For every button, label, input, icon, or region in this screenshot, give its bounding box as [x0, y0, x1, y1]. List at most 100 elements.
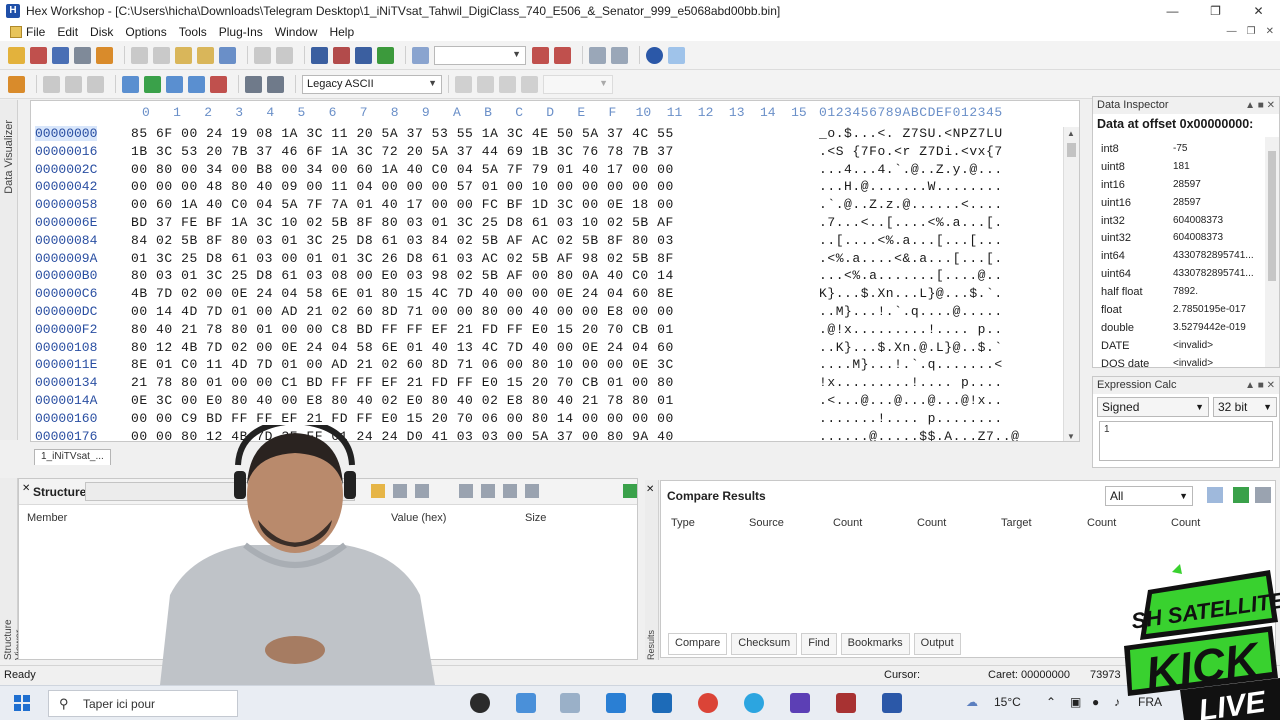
hex-row-ascii[interactable]: ....M}...!.`.q.......< — [819, 357, 1003, 372]
hex-scrollbar[interactable]: ▲ ▼ — [1063, 127, 1079, 441]
first-record-icon[interactable] — [455, 75, 472, 93]
hex-row-ascii[interactable]: K}...$.Xn...L}@...$.`. — [819, 286, 1003, 301]
count-column-header[interactable]: Count — [917, 517, 946, 529]
pin-close-icons[interactable]: ▲ ■ ✕ — [1245, 97, 1275, 114]
menu-disk[interactable]: Disk — [84, 25, 119, 39]
insert-icon[interactable] — [219, 46, 236, 64]
hex-row-bytes[interactable]: 8E 01 C0 11 4D 7D 01 00 AD 21 02 60 8D 7… — [131, 357, 674, 372]
layout-icon[interactable] — [668, 46, 685, 64]
microphone-icon[interactable]: ● — [1092, 695, 1099, 709]
hex-row[interactable]: 00000084 84 02 5B 8F 80 03 01 3C 25 D8 61… — [31, 233, 1079, 251]
statistics-icon[interactable] — [210, 75, 227, 93]
chrome-icon[interactable] — [698, 693, 718, 713]
hex-row-bytes[interactable]: 00 60 1A 40 C0 04 5A 7F 7A 01 40 17 00 0… — [131, 197, 674, 212]
tab-find[interactable]: Find — [801, 633, 837, 655]
bookmark-next-icon[interactable] — [554, 46, 571, 64]
inspector-row[interactable]: half float 7892. — [1093, 284, 1263, 302]
count-column-header[interactable]: Count — [1171, 517, 1200, 529]
hex-row[interactable]: 00000016 1B 3C 53 20 7B 37 46 6F 1A 3C 72… — [31, 144, 1079, 162]
menu-plugins[interactable]: Plug-Ins — [213, 25, 269, 39]
hex-row[interactable]: 0000011E 8E 01 C0 11 4D 7D 01 00 AD 21 02… — [31, 357, 1079, 375]
redo-icon[interactable] — [276, 46, 293, 64]
inspector-row[interactable]: int16 28597 — [1093, 177, 1263, 195]
hex-row-bytes[interactable]: 80 03 01 3C 25 D8 61 03 08 00 E0 03 98 0… — [131, 268, 674, 283]
inspector-row[interactable]: uint64 4330782895741... — [1093, 266, 1263, 284]
hex-row-ascii[interactable]: .......!.... p........ — [819, 411, 1003, 426]
hex-row-bytes[interactable]: 00 80 00 34 00 B8 00 34 00 60 1A 40 C0 0… — [131, 162, 674, 177]
menu-tools[interactable]: Tools — [173, 25, 213, 39]
hex-row-bytes[interactable]: BD 37 FE BF 1A 3C 10 02 5B 8F 80 03 01 3… — [131, 215, 674, 230]
inspector-row[interactable]: uint16 28597 — [1093, 195, 1263, 213]
calculator-app-icon[interactable] — [606, 693, 626, 713]
move-up-icon[interactable] — [503, 484, 517, 498]
tab-compare[interactable]: Compare — [668, 633, 728, 655]
hex-row-ascii[interactable]: .<...@...@...@...@!x.. — [819, 393, 1003, 408]
mdi-minimize-button[interactable]: — — [1227, 22, 1237, 41]
hex-row-bytes[interactable]: 21 78 80 01 00 00 C1 BD FF FF EF 21 FD F… — [131, 375, 674, 390]
taskbar-search[interactable]: ⚲ Taper ici pour — [48, 690, 238, 717]
tab-bookmarks[interactable]: Bookmarks — [840, 633, 910, 655]
member-column-header[interactable]: Member — [27, 512, 67, 524]
hex-row[interactable]: 0000002C 00 80 00 34 00 B8 00 34 00 60 1A… — [31, 162, 1079, 180]
block-paste-icon[interactable] — [87, 75, 104, 93]
report-icon[interactable] — [1207, 487, 1223, 503]
hex-workshop-taskbar-icon[interactable] — [882, 693, 902, 713]
chevron-up-icon[interactable]: ⌃ — [1046, 695, 1056, 709]
refresh-icon[interactable] — [623, 484, 637, 498]
paste-special-icon[interactable] — [197, 46, 214, 64]
hex-row-ascii[interactable]: .7...<..[....<%.a...[. — [819, 215, 1003, 230]
weather-temp[interactable]: 15°C — [994, 695, 1021, 709]
hex-row-bytes[interactable]: 0E 3C 00 E0 80 40 00 E8 80 40 02 E0 80 4… — [131, 393, 674, 408]
inspector-row[interactable]: DATE <invalid> — [1093, 338, 1263, 356]
inspector-row[interactable]: double 3.5279442e-019 — [1093, 320, 1263, 338]
replace-icon[interactable] — [355, 46, 372, 64]
compare-icon[interactable] — [589, 46, 606, 64]
mdi-restore-button[interactable]: ❐ — [1247, 22, 1256, 41]
tab-output[interactable]: Output — [913, 633, 961, 655]
close-icon[interactable]: ✕ — [22, 483, 30, 494]
size-column-header[interactable]: Size — [525, 512, 546, 524]
scroll-thumb[interactable] — [1067, 143, 1076, 157]
goto-icon[interactable] — [412, 46, 429, 64]
restore-button[interactable]: ❐ — [1194, 0, 1237, 22]
hex-row-bytes[interactable]: 00 14 4D 7D 01 00 AD 21 02 60 8D 71 00 0… — [131, 304, 674, 319]
scroll-up-icon[interactable]: ▲ — [1067, 129, 1075, 138]
menu-window[interactable]: Window — [269, 25, 324, 39]
hex-rows[interactable]: 00000000 85 6F 00 24 19 08 1A 3C 11 20 5A… — [31, 126, 1079, 441]
hex-row-ascii[interactable]: .@!x.........!.... p.. — [819, 322, 1003, 337]
hex-row[interactable]: 00000108 80 12 4B 7D 02 00 0E 24 04 58 6E… — [31, 340, 1079, 358]
plugin-m-icon[interactable] — [646, 46, 663, 64]
source-column-header[interactable]: Source — [749, 517, 784, 529]
hex-row-bytes[interactable]: 85 6F 00 24 19 08 1A 3C 11 20 5A 37 53 5… — [131, 126, 674, 141]
hex-row-ascii[interactable]: ..K}...$.Xn.@.L}@..$.` — [819, 340, 1003, 355]
hex-row-bytes[interactable]: 01 3C 25 D8 61 03 00 01 01 3C 26 D8 61 0… — [131, 251, 674, 266]
close-icon[interactable]: ✕ — [646, 484, 654, 495]
app-icon[interactable] — [790, 693, 810, 713]
save-icon[interactable] — [52, 46, 69, 64]
count-column-header[interactable]: Count — [833, 517, 862, 529]
scroll-thumb[interactable] — [1268, 151, 1276, 281]
hex-row-bytes[interactable]: 00 00 00 48 80 40 09 00 11 04 00 00 00 5… — [131, 179, 674, 194]
inspector-row[interactable]: DOS date <invalid> — [1093, 356, 1263, 374]
operation-icon[interactable] — [122, 75, 139, 93]
menu-file[interactable]: File — [4, 25, 51, 39]
new-file-icon[interactable] — [8, 46, 25, 64]
properties-icon[interactable] — [96, 46, 113, 64]
hex-row[interactable]: 0000014A 0E 3C 00 E0 80 40 00 E8 80 40 02… — [31, 393, 1079, 411]
hex-row-bytes[interactable]: 84 02 5B 8F 80 03 01 3C 25 D8 61 03 84 0… — [131, 233, 674, 248]
collapse-icon[interactable] — [481, 484, 495, 498]
move-down-icon[interactable] — [525, 484, 539, 498]
expand-icon[interactable] — [459, 484, 473, 498]
hex-row-bytes[interactable]: 4B 7D 02 00 0E 24 04 58 6E 01 80 15 4C 7… — [131, 286, 674, 301]
compare-filter-select[interactable]: All ▼ — [1105, 486, 1193, 506]
print-icon[interactable] — [74, 46, 91, 64]
block-copy-icon[interactable] — [65, 75, 82, 93]
refresh-icon[interactable] — [377, 46, 394, 64]
mdi-close-button[interactable]: ✕ — [1266, 22, 1274, 41]
weather-icon[interactable]: ☁ — [966, 695, 978, 709]
next-record-icon[interactable] — [499, 75, 516, 93]
hex-row[interactable]: 00000000 85 6F 00 24 19 08 1A 3C 11 20 5A… — [31, 126, 1079, 144]
hex-editor[interactable]: 0 1 2 3 4 5 6 7 8 9 A B C D E F 10 11 12 13 14 15 0123456789AB… — [30, 100, 1080, 442]
encoding-select[interactable]: Legacy ASCII ▼ — [302, 74, 442, 94]
network-icon[interactable]: ▣ — [1070, 695, 1081, 709]
